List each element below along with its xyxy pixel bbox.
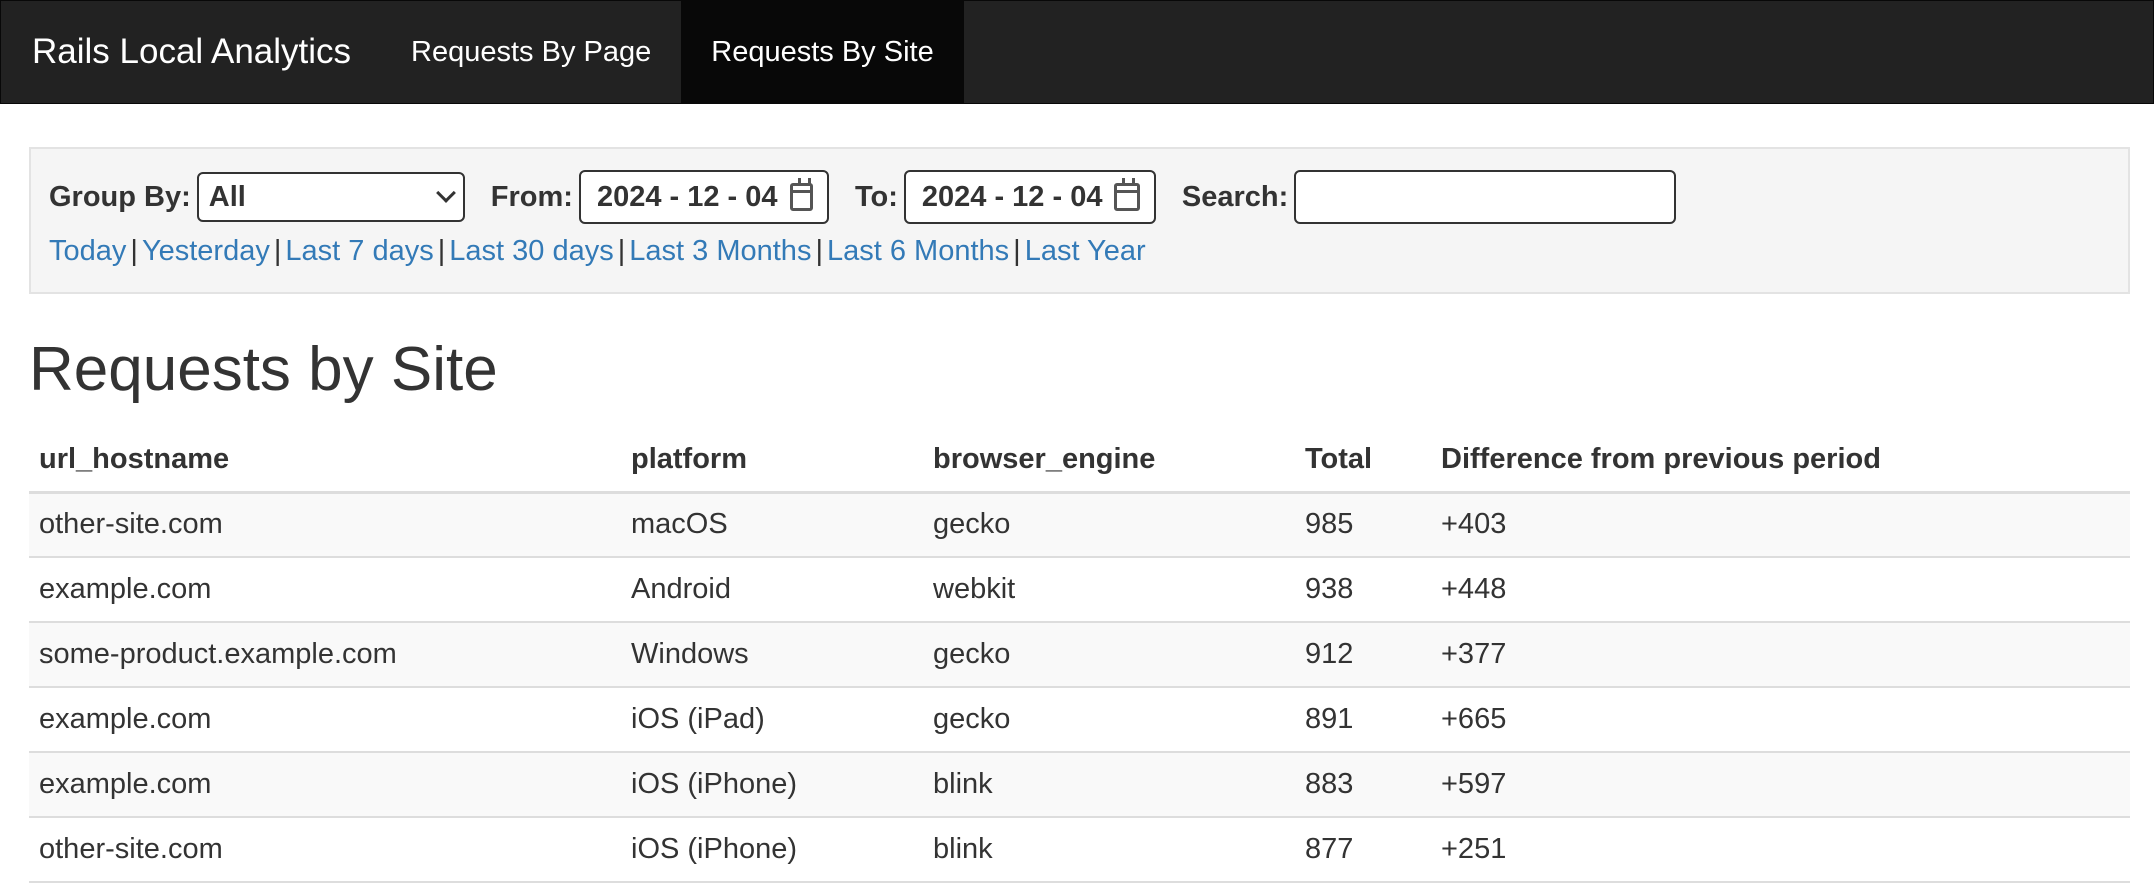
range-last-7-days-link[interactable]: Last 7 days	[285, 235, 433, 267]
nav-requests-by-site[interactable]: Requests By Site	[681, 1, 964, 103]
nav-requests-by-page[interactable]: Requests By Page	[381, 1, 681, 103]
column-header-difference[interactable]: Difference from previous period	[1431, 428, 2130, 494]
cell-url-hostname: example.com	[29, 557, 621, 623]
to-label: To:	[854, 180, 898, 213]
app-brand[interactable]: Rails Local Analytics	[1, 1, 381, 103]
cell-url-hostname: other-site.com	[29, 492, 621, 558]
cell-platform: iOS (iPad)	[621, 687, 923, 753]
range-last-6-months-link[interactable]: Last 6 Months	[827, 235, 1009, 267]
cell-total: 938	[1295, 557, 1431, 623]
cell-difference: +251	[1431, 817, 2130, 883]
page-title: Requests by Site	[29, 335, 498, 404]
from-label: From:	[490, 180, 573, 213]
table-row: example.com iOS (iPhone) blink 883 +597	[29, 752, 2130, 818]
range-separator: |	[815, 235, 823, 267]
from-date-input[interactable]: 2024 - 12 - 04	[578, 170, 829, 224]
cell-total: 891	[1295, 687, 1431, 753]
search-input[interactable]	[1294, 170, 1677, 224]
date-range-shortcuts: Today | Yesterday | Last 7 days | Last 30 days…	[49, 235, 1146, 268]
cell-url-hostname: some-product.example.com	[29, 622, 621, 688]
cell-platform: iOS (iPhone)	[621, 752, 923, 818]
cell-platform: iOS (iPhone)	[621, 817, 923, 883]
table-row: example.com iOS (iPad) gecko 891 +665	[29, 687, 2130, 753]
column-header-browser-engine[interactable]: browser_engine	[923, 428, 1295, 494]
cell-browser-engine: blink	[923, 817, 1295, 883]
cell-url-hostname: other-site.com	[29, 817, 621, 883]
cell-total: 883	[1295, 752, 1431, 818]
cell-browser-engine: gecko	[923, 687, 1295, 753]
cell-browser-engine: gecko	[923, 622, 1295, 688]
cell-total: 912	[1295, 622, 1431, 688]
group-by-value: All	[208, 180, 246, 213]
cell-platform: Windows	[621, 622, 923, 688]
table-row: example.com Android webkit 938 +448	[29, 557, 2130, 623]
range-separator: |	[130, 235, 138, 267]
range-last-year-link[interactable]: Last Year	[1025, 235, 1146, 267]
from-date-value: 2024 - 12 - 04	[596, 180, 778, 213]
calendar-icon[interactable]	[789, 178, 814, 211]
range-separator: |	[273, 235, 282, 267]
table-row: other-site.com iOS (iPhone) blink 877 +2…	[29, 817, 2130, 883]
table-row: other-site.com macOS gecko 985 +403	[29, 492, 2130, 558]
table-header-row: url_hostname platform browser_engine Tot…	[29, 428, 2130, 494]
to-date-input[interactable]: 2024 - 12 - 04	[903, 170, 1156, 224]
cell-url-hostname: example.com	[29, 687, 621, 753]
cell-platform: Android	[621, 557, 923, 623]
calendar-icon[interactable]	[1114, 178, 1141, 211]
column-header-url-hostname[interactable]: url_hostname	[29, 428, 621, 494]
cell-total: 877	[1295, 817, 1431, 883]
cell-difference: +597	[1431, 752, 2130, 818]
range-separator: |	[437, 235, 446, 267]
range-yesterday-link[interactable]: Yesterday	[142, 235, 270, 267]
range-last-30-days-link[interactable]: Last 30 days	[449, 235, 613, 267]
filter-panel: Group By: All From: 2024 - 12 - 04 To: 2…	[29, 147, 2130, 294]
cell-url-hostname: example.com	[29, 752, 621, 818]
group-by-select[interactable]: All	[196, 172, 465, 222]
cell-difference: +448	[1431, 557, 2130, 623]
cell-browser-engine: gecko	[923, 492, 1295, 558]
group-by-label: Group By:	[49, 180, 191, 213]
cell-browser-engine: webkit	[923, 557, 1295, 623]
cell-platform: macOS	[621, 492, 923, 558]
range-today-link[interactable]: Today	[49, 235, 126, 267]
chevron-down-icon	[435, 183, 456, 203]
column-header-platform[interactable]: platform	[621, 428, 923, 494]
cell-difference: +403	[1431, 492, 2130, 558]
requests-table: url_hostname platform browser_engine Tot…	[29, 428, 2130, 883]
top-navbar: Rails Local Analytics Requests By Page R…	[0, 0, 2154, 104]
column-header-total[interactable]: Total	[1295, 428, 1431, 494]
cell-total: 985	[1295, 492, 1431, 558]
filter-row: Group By: All From: 2024 - 12 - 04 To: 2…	[49, 170, 1677, 224]
to-date-value: 2024 - 12 - 04	[921, 180, 1103, 213]
range-last-3-months-link[interactable]: Last 3 Months	[629, 235, 811, 267]
range-separator: |	[617, 235, 626, 267]
range-separator: |	[1013, 235, 1021, 267]
table-row: some-product.example.com Windows gecko 9…	[29, 622, 2130, 688]
search-label: Search:	[1181, 180, 1289, 213]
cell-browser-engine: blink	[923, 752, 1295, 818]
cell-difference: +665	[1431, 687, 2130, 753]
cell-difference: +377	[1431, 622, 2130, 688]
